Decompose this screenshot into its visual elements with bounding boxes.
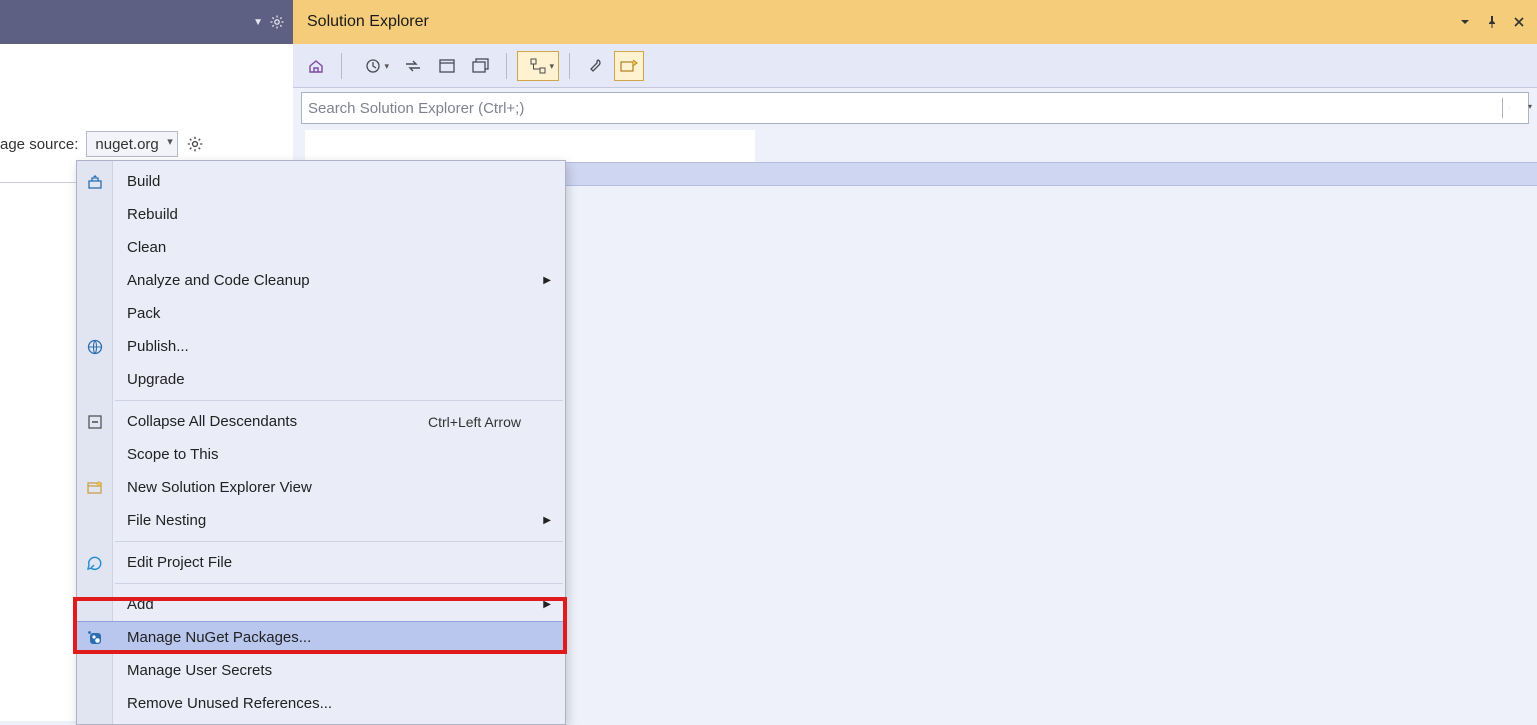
menu-item-label: File Nesting (127, 512, 206, 529)
menu-item-pack[interactable]: Pack (77, 297, 565, 330)
menu-item-shortcut: Ctrl+Left Arrow (428, 414, 521, 430)
menu-item-label: Manage NuGet Packages... (127, 629, 311, 646)
menu-item-label: Rebuild (127, 206, 178, 223)
gear-icon[interactable] (269, 14, 285, 30)
search-icon[interactable] (1502, 98, 1522, 118)
menu-item-clean[interactable]: Clean (77, 231, 565, 264)
hierarchy-icon[interactable] (517, 51, 559, 81)
tab-dropdown-icon[interactable]: ▼ (253, 17, 263, 28)
package-source-selected: nuget.org (95, 136, 158, 153)
package-source-label: age source: (0, 136, 78, 153)
window-position-icon[interactable] (1459, 16, 1471, 28)
globe-icon (85, 337, 105, 357)
collapse-icon (85, 412, 105, 432)
build-icon (85, 172, 105, 192)
menu-item-label: Edit Project File (127, 554, 232, 571)
menu-item-label: Collapse All Descendants (127, 413, 297, 430)
menu-item-scope-to-this[interactable]: Scope to This (77, 438, 565, 471)
window-tab-strip: ▼ (0, 0, 293, 44)
window-icon[interactable] (432, 51, 462, 81)
toolbar-separator (506, 53, 507, 79)
submenu-arrow-icon: ▶ (543, 275, 551, 286)
menu-separator (115, 541, 563, 542)
edit-icon (85, 553, 105, 573)
menu-item-label: Add (127, 596, 154, 613)
solution-explorer-toolbar (293, 44, 1537, 88)
project-context-menu: Build Rebuild Clean Analyze and Code Cleanu… (76, 160, 566, 725)
menu-item-label: Build (127, 173, 160, 190)
menu-separator (115, 400, 563, 401)
solution-search-box[interactable]: Search Solution Explorer (Ctrl+;) (301, 92, 1529, 124)
submenu-arrow-icon: ▶ (543, 599, 551, 610)
sync-icon[interactable] (398, 51, 428, 81)
menu-item-publish[interactable]: Publish... (77, 330, 565, 363)
menu-item-analyze-and-code-cleanup[interactable]: Analyze and Code Cleanup ▶ (77, 264, 565, 297)
nuget-icon (85, 628, 105, 648)
menu-item-add[interactable]: Add ▶ (77, 588, 565, 621)
menu-item-label: Manage User Secrets (127, 662, 272, 679)
solution-search-placeholder: Search Solution Explorer (Ctrl+;) (308, 100, 1496, 117)
menu-item-collapse-all-descendants[interactable]: Collapse All Descendants Ctrl+Left Arrow (77, 405, 565, 438)
menu-item-label: Publish... (127, 338, 189, 355)
windows-icon[interactable] (466, 51, 496, 81)
solution-explorer-title: Solution Explorer (307, 13, 429, 31)
menu-item-rebuild[interactable]: Rebuild (77, 198, 565, 231)
menu-item-upgrade[interactable]: Upgrade (77, 363, 565, 396)
pin-icon[interactable] (1485, 15, 1499, 29)
menu-separator (115, 583, 563, 584)
close-icon[interactable] (1513, 16, 1525, 28)
menu-item-label: Remove Unused References... (127, 695, 332, 712)
menu-item-label: Analyze and Code Cleanup (127, 272, 310, 289)
menu-item-edit-project-file[interactable]: Edit Project File (77, 546, 565, 579)
menu-item-label: New Solution Explorer View (127, 479, 312, 496)
package-source-row: age source: nuget.org (0, 130, 204, 158)
home-icon[interactable] (301, 51, 331, 81)
tree-item-bg (305, 130, 755, 162)
submenu-arrow-icon: ▶ (543, 515, 551, 526)
wrench-icon[interactable] (580, 51, 610, 81)
new-view-icon (85, 478, 105, 498)
menu-item-build[interactable]: Build (77, 165, 565, 198)
history-icon[interactable] (352, 51, 394, 81)
solution-explorer-header: Solution Explorer (293, 0, 1537, 44)
menu-item-new-solution-explorer-view[interactable]: New Solution Explorer View (77, 471, 565, 504)
menu-item-label: Upgrade (127, 371, 185, 388)
menu-item-file-nesting[interactable]: File Nesting ▶ (77, 504, 565, 537)
menu-item-manage-nuget-packages[interactable]: Manage NuGet Packages... (77, 621, 565, 654)
package-source-select[interactable]: nuget.org (86, 131, 177, 157)
menu-item-label: Scope to This (127, 446, 218, 463)
menu-item-label: Clean (127, 239, 166, 256)
menu-item-label: Pack (127, 305, 160, 322)
package-source-gear-icon[interactable] (186, 135, 204, 153)
toolbar-separator (569, 53, 570, 79)
menu-item-manage-user-secrets[interactable]: Manage User Secrets (77, 654, 565, 687)
preview-icon[interactable] (614, 51, 644, 81)
menu-item-remove-unused-references[interactable]: Remove Unused References... (77, 687, 565, 720)
toolbar-separator (341, 53, 342, 79)
